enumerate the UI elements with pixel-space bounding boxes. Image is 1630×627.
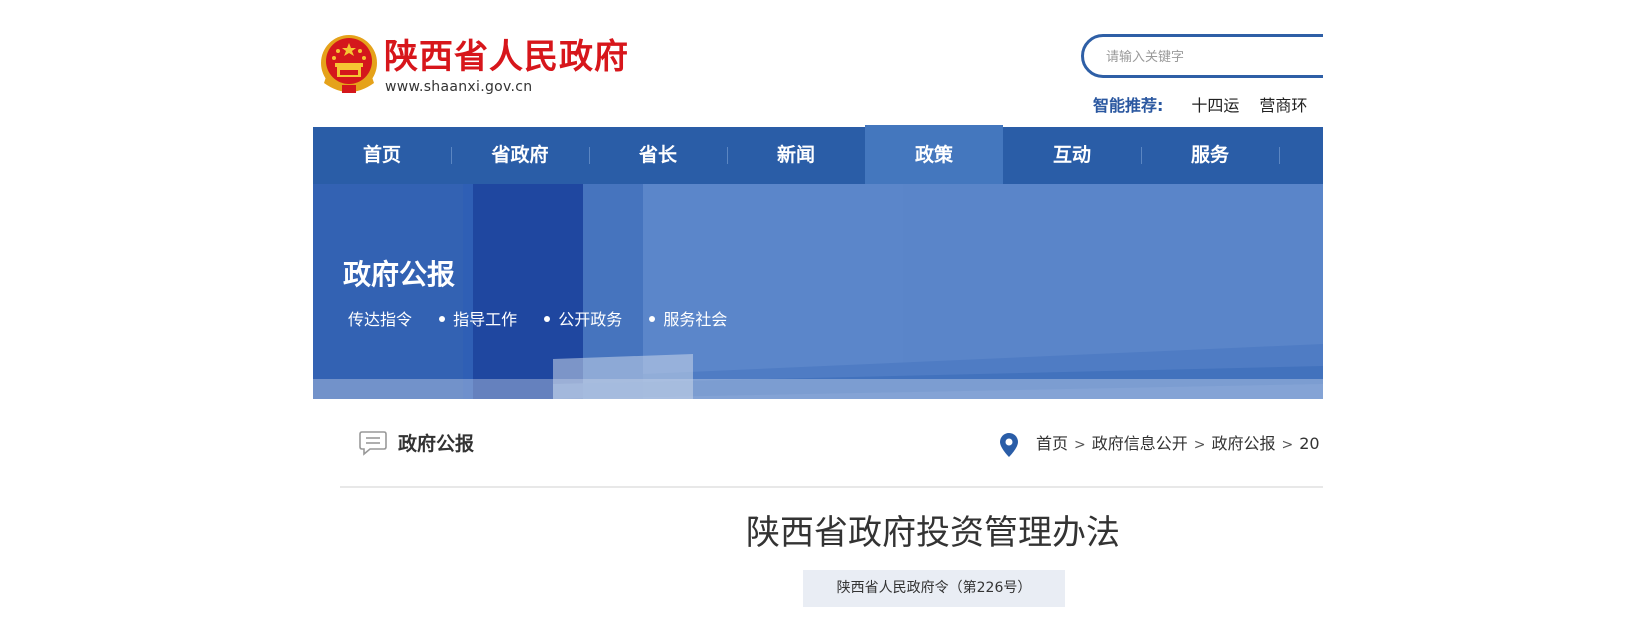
breadcrumb-item[interactable]: 20 <box>1299 434 1319 453</box>
banner-tag: 公开政务 <box>558 310 623 329</box>
bullet-dot-icon <box>544 316 551 322</box>
nav-item-interaction[interactable]: 互动 <box>1003 127 1141 184</box>
article-title: 陕西省政府投资管理办法 <box>746 513 1120 553</box>
bullet-dot-icon <box>439 316 446 322</box>
banner-title: 政府公报 <box>343 258 456 291</box>
section-divider <box>340 486 1323 488</box>
breadcrumb-separator: > <box>1193 437 1206 453</box>
banner-tag-item: 服务社会 <box>649 310 727 329</box>
nav-item-government[interactable]: 省政府 <box>451 127 589 184</box>
breadcrumb-item[interactable]: 政府信息公开 <box>1092 434 1188 453</box>
main-nav: 首页 省政府 省长 新闻 政策 互动 服务 <box>313 125 1323 184</box>
comment-icon <box>359 431 387 456</box>
national-emblem-icon <box>321 35 377 93</box>
banner-tag: 传达指令 <box>348 310 413 329</box>
page: 陕西省人民政府 www.shaanxi.gov.cn 智能推荐: 十四运 营商环 首… <box>0 0 1630 627</box>
site-name[interactable]: 陕西省人民政府 <box>384 37 629 77</box>
hot-keyword-link[interactable]: 营商环 <box>1259 96 1307 115</box>
search-box[interactable] <box>1081 34 1323 78</box>
nav-item-service[interactable]: 服务 <box>1141 127 1279 184</box>
section-title: 政府公报 <box>398 433 475 455</box>
breadcrumb: 首页 > 政府信息公开 > 政府公报 >20 <box>1036 433 1320 456</box>
nav-separator <box>1279 147 1280 164</box>
banner-background <box>313 184 1323 399</box>
nav-item-governor[interactable]: 省长 <box>589 127 727 184</box>
breadcrumb-item[interactable]: 首页 <box>1036 434 1068 453</box>
banner-tag-item: 公开政务 <box>544 310 622 329</box>
nav-item-news[interactable]: 新闻 <box>727 127 865 184</box>
content-column: 陕西省人民政府 www.shaanxi.gov.cn 智能推荐: 十四运 营商环 首… <box>313 0 1323 627</box>
hot-keyword-link[interactable]: 十四运 <box>1191 96 1239 115</box>
breadcrumb-item[interactable]: 政府公报 <box>1212 434 1276 453</box>
nav-item-home[interactable]: 首页 <box>313 127 451 184</box>
bullet-dot-icon <box>649 316 656 322</box>
banner-tag: 服务社会 <box>663 310 728 329</box>
nav-item-policy[interactable]: 政策 <box>865 125 1003 184</box>
banner-tag-item: 指导工作 <box>439 310 517 329</box>
banner-tags: 传达指令 指导工作 公开政务 服务社会 <box>348 310 727 330</box>
location-pin-icon <box>1000 433 1018 457</box>
search-input[interactable] <box>1104 45 1323 69</box>
site-url[interactable]: www.shaanxi.gov.cn <box>385 78 532 96</box>
hot-keywords-label: 智能推荐: <box>1093 96 1164 115</box>
decree-number: 陕西省人民政府令（第226号） <box>803 570 1065 607</box>
banner: 政府公报 传达指令 指导工作 公开政务 服务社会 <box>313 184 1323 399</box>
banner-tag: 指导工作 <box>453 310 518 329</box>
breadcrumb-separator: > <box>1074 437 1086 453</box>
hot-keywords: 智能推荐: 十四运 营商环 <box>1093 96 1307 116</box>
breadcrumb-separator: > <box>1281 437 1294 453</box>
